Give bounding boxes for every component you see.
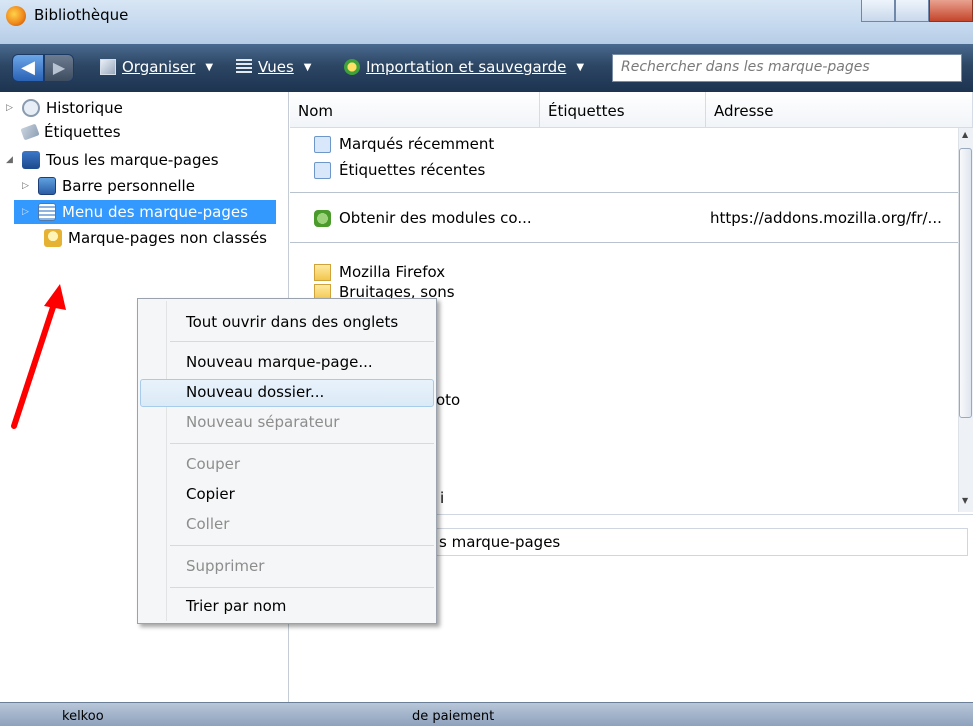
menu-separator <box>170 443 434 444</box>
list-item-name: Étiquettes récentes <box>339 161 486 179</box>
expand-arrow-icon[interactable]: ▷ <box>6 103 16 113</box>
chevron-down-icon: ▼ <box>205 61 214 73</box>
list-item[interactable]: Étiquettes récentes <box>314 158 485 182</box>
menu-separator <box>170 587 434 588</box>
column-header-tags[interactable]: Étiquettes <box>540 92 706 128</box>
firefox-icon <box>6 6 26 26</box>
chevron-down-icon: ▼ <box>576 61 585 73</box>
annotation-arrow-icon <box>11 284 66 429</box>
back-button[interactable]: ◀ <box>12 54 44 82</box>
puzzle-icon <box>314 209 331 227</box>
folder-icon <box>314 263 331 281</box>
search-input[interactable]: Rechercher dans les marque-pages <box>612 54 962 82</box>
menu-item-new-separator[interactable]: Nouveau séparateur <box>186 413 339 431</box>
title-bar: Bibliothèque <box>0 0 973 44</box>
toolbar: ◀ ▶ Organiser ▼ Vues ▼ Importation et sa… <box>0 44 973 92</box>
separator <box>290 242 958 243</box>
tree-item-label: Tous les marque-pages <box>46 151 219 169</box>
views-label: Vues <box>258 58 294 76</box>
collapse-arrow-icon[interactable]: ◢ <box>6 155 16 165</box>
context-menu: Tout ouvrir dans des onglets Nouveau mar… <box>137 298 437 624</box>
views-icon <box>236 59 252 75</box>
taskbar-item[interactable]: de paiement <box>412 709 494 724</box>
menu-item-delete[interactable]: Supprimer <box>186 557 264 575</box>
list-item-name: Marqués récemment <box>339 135 495 153</box>
organize-label: Organiser <box>122 58 196 76</box>
library-window: Bibliothèque ◀ ▶ Organiser ▼ Vues ▼ Impo… <box>0 0 973 726</box>
smart-folder-icon <box>314 135 331 153</box>
minimize-button[interactable] <box>861 0 895 22</box>
expand-arrow-icon[interactable]: ▷ <box>22 181 32 191</box>
menu-gutter <box>166 301 167 621</box>
tree-item-label: Historique <box>46 99 123 117</box>
forward-button[interactable]: ▶ <box>44 54 74 82</box>
list-item[interactable]: Mozilla Firefox <box>314 260 445 284</box>
location-field[interactable]: s marque-pages <box>430 528 968 556</box>
organize-menu[interactable]: Organiser ▼ <box>100 58 213 76</box>
list-item[interactable]: Obtenir des modules co... <box>314 206 532 230</box>
window-controls <box>861 0 973 22</box>
chevron-down-icon: ▼ <box>303 61 312 73</box>
organize-icon <box>100 59 116 75</box>
menu-item-open-all[interactable]: Tout ouvrir dans des onglets <box>186 313 398 331</box>
window-title: Bibliothèque <box>34 6 129 24</box>
list-item[interactable]: Marqués récemment <box>314 132 494 156</box>
maximize-button[interactable] <box>895 0 929 22</box>
menu-item-new-folder[interactable]: Nouveau dossier... <box>186 383 324 401</box>
close-button[interactable] <box>929 0 973 22</box>
import-menu[interactable]: Importation et sauvegarde ▼ <box>344 58 584 76</box>
list-item-address: https://addons.mozilla.org/fr/... <box>710 209 942 227</box>
tree-item-history[interactable]: ▷ Historique <box>6 96 123 120</box>
clock-icon <box>22 99 40 117</box>
menu-folder-icon <box>38 203 56 221</box>
expand-arrow-icon[interactable]: ▷ <box>22 207 32 217</box>
menu-separator <box>170 341 434 342</box>
tree-item-label: Marque-pages non classés <box>68 229 267 247</box>
taskbar-item[interactable]: kelkoo <box>62 709 104 724</box>
import-label: Importation et sauvegarde <box>366 58 567 76</box>
list-item-name: Mozilla Firefox <box>339 263 446 281</box>
list-item-fragment: oto <box>436 391 461 409</box>
scroll-down-icon[interactable]: ▼ <box>962 496 968 505</box>
menu-item-paste[interactable]: Coller <box>186 515 229 533</box>
bookmarks-icon <box>22 151 40 169</box>
menu-item-cut[interactable]: Couper <box>186 455 240 473</box>
views-menu[interactable]: Vues ▼ <box>236 58 312 76</box>
list-item-name: Obtenir des modules co... <box>339 209 532 227</box>
separator <box>290 192 958 193</box>
unsorted-folder-icon <box>44 229 62 247</box>
taskbar: kelkoo de paiement <box>0 702 973 726</box>
list-item-fragment: i <box>440 489 445 507</box>
smart-folder-icon <box>314 161 331 179</box>
scrollbar-thumb[interactable] <box>959 148 972 418</box>
tree-item-tags[interactable]: Étiquettes <box>20 120 121 144</box>
import-icon <box>344 59 360 75</box>
menu-item-new-bookmark[interactable]: Nouveau marque-page... <box>186 353 373 371</box>
toolbar-folder-icon <box>38 177 56 195</box>
menu-item-copy[interactable]: Copier <box>186 485 235 503</box>
tree-item-label: Étiquettes <box>44 123 121 141</box>
tree-item-toolbar[interactable]: ▷ Barre personnelle <box>22 174 195 198</box>
tree-item-label: Menu des marque-pages <box>62 203 248 221</box>
menu-item-sort-by-name[interactable]: Trier par nom <box>186 597 286 615</box>
tree-item-unsorted[interactable]: Marque-pages non classés <box>44 226 267 250</box>
tag-icon <box>20 123 40 141</box>
scroll-up-icon[interactable]: ▲ <box>962 130 968 139</box>
tree-item-label: Barre personnelle <box>62 177 195 195</box>
menu-separator <box>170 545 434 546</box>
column-header-address[interactable]: Adresse <box>706 92 973 128</box>
tree-item-bookmarks-menu[interactable]: ▷ Menu des marque-pages <box>14 200 276 224</box>
column-header-name[interactable]: Nom <box>290 92 540 128</box>
tree-item-all-bookmarks[interactable]: ◢ Tous les marque-pages <box>6 148 219 172</box>
